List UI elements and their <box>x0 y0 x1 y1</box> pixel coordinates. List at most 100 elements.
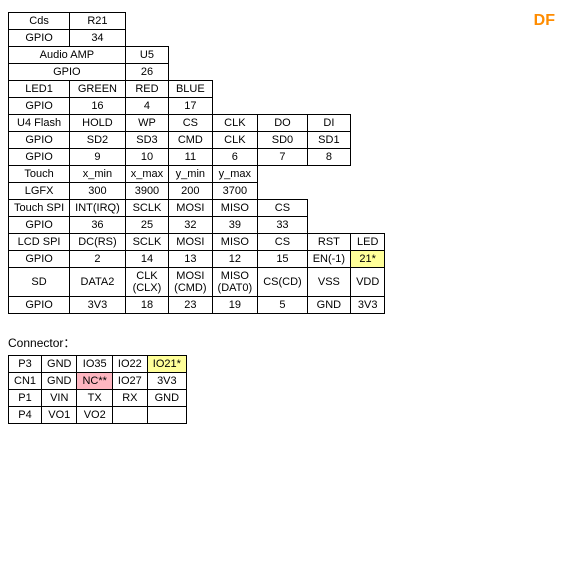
cell: x_max <box>125 166 168 183</box>
cell: 5 <box>258 297 308 314</box>
cell: DO <box>258 115 308 132</box>
cell: 26 <box>125 64 168 81</box>
cell: 12 <box>212 251 258 268</box>
cell: 23 <box>169 297 212 314</box>
cell: IO27 <box>112 373 147 390</box>
table-row: LCD SPI DC(RS) SCLK MOSI MISO CS RST LED <box>9 234 385 251</box>
cell: U4 Flash <box>9 115 70 132</box>
table-row: P3 GND IO35 IO22 IO21* <box>9 356 187 373</box>
cell: 17 <box>169 98 212 115</box>
cell: LCD SPI <box>9 234 70 251</box>
table-row: GPIO 34 <box>9 30 385 47</box>
connector-label: Connector： <box>8 334 563 351</box>
cell: x_min <box>70 166 126 183</box>
table-row: GPIO 26 <box>9 64 385 81</box>
cell: 3V3 <box>70 297 126 314</box>
table-row: GPIO 3V3 18 23 19 5 GND 3V3 <box>9 297 385 314</box>
cell: Touch SPI <box>9 200 70 217</box>
cell: GPIO <box>9 251 70 268</box>
cell: CS <box>169 115 212 132</box>
cell-highlighted-pink: NC** <box>77 373 112 390</box>
cell: 3700 <box>212 183 258 200</box>
cell: 18 <box>125 297 168 314</box>
table-row: LED1 GREEN RED BLUE <box>9 81 385 98</box>
df-label: DF <box>534 12 555 30</box>
table-row: Cds R21 <box>9 13 385 30</box>
cell: 6 <box>212 149 258 166</box>
cell: RED <box>125 81 168 98</box>
cell: 2 <box>70 251 126 268</box>
cell: TX <box>77 390 112 407</box>
cell <box>147 407 186 424</box>
cell: GPIO <box>9 30 70 47</box>
cell: INT(IRQ) <box>70 200 126 217</box>
cell: 19 <box>212 297 258 314</box>
cell: EN(-1) <box>307 251 350 268</box>
cell: GPIO <box>9 297 70 314</box>
cell: 14 <box>125 251 168 268</box>
cell: VIN <box>42 390 77 407</box>
cell: MISO(DAT0) <box>212 268 258 297</box>
cell: IO35 <box>77 356 112 373</box>
cell: CN1 <box>9 373 42 390</box>
cell: 34 <box>70 30 126 47</box>
cell: RX <box>112 390 147 407</box>
cell: CMD <box>169 132 212 149</box>
cell: VDD <box>351 268 385 297</box>
cell: SCLK <box>125 200 168 217</box>
cell: GPIO <box>9 149 70 166</box>
cell: SD <box>9 268 70 297</box>
cell: SD1 <box>307 132 350 149</box>
cell: VO1 <box>42 407 77 424</box>
cell: GPIO <box>9 64 126 81</box>
cell: RST <box>307 234 350 251</box>
table-row: U4 Flash HOLD WP CS CLK DO DI <box>9 115 385 132</box>
cell: 32 <box>169 217 212 234</box>
cell: 11 <box>169 149 212 166</box>
cell: 13 <box>169 251 212 268</box>
cell: MISO <box>212 200 258 217</box>
cell: GND <box>147 390 186 407</box>
cell: DATA2 <box>70 268 126 297</box>
cell: Audio AMP <box>9 47 126 64</box>
table-row: GPIO 36 25 32 39 33 <box>9 217 385 234</box>
cell: CS <box>258 234 308 251</box>
cell: WP <box>125 115 168 132</box>
cell: MOSI(CMD) <box>169 268 212 297</box>
cell: 3V3 <box>351 297 385 314</box>
cell: 15 <box>258 251 308 268</box>
cell: LED1 <box>9 81 70 98</box>
cell: LED <box>351 234 385 251</box>
cell: CS(CD) <box>258 268 308 297</box>
table-row: CN1 GND NC** IO27 3V3 <box>9 373 187 390</box>
cell: BLUE <box>169 81 212 98</box>
table-row: GPIO 16 4 17 <box>9 98 385 115</box>
cell: CLK <box>212 115 258 132</box>
cell: P3 <box>9 356 42 373</box>
cell: 16 <box>70 98 126 115</box>
cell: GPIO <box>9 217 70 234</box>
table-row: LGFX 300 3900 200 3700 <box>9 183 385 200</box>
cell: MOSI <box>169 234 212 251</box>
cell: SCLK <box>125 234 168 251</box>
cell: MISO <box>212 234 258 251</box>
cell: Cds <box>9 13 70 30</box>
table-row: P1 VIN TX RX GND <box>9 390 187 407</box>
table-row: GPIO 2 14 13 12 15 EN(-1) 21* <box>9 251 385 268</box>
cell: CLK <box>212 132 258 149</box>
cell: GND <box>307 297 350 314</box>
connector-section: P3 GND IO35 IO22 IO21* CN1 GND NC** IO27… <box>8 355 563 424</box>
cell-highlighted: IO21* <box>147 356 186 373</box>
cell: U5 <box>125 47 168 64</box>
table-row: GPIO SD2 SD3 CMD CLK SD0 SD1 <box>9 132 385 149</box>
cell: VO2 <box>77 407 112 424</box>
connector-table: P3 GND IO35 IO22 IO21* CN1 GND NC** IO27… <box>8 355 187 424</box>
cell: GPIO <box>9 98 70 115</box>
cell: MOSI <box>169 200 212 217</box>
cell: 25 <box>125 217 168 234</box>
table-row: Audio AMP U5 <box>9 47 385 64</box>
table-row: P4 VO1 VO2 <box>9 407 187 424</box>
cell: 10 <box>125 149 168 166</box>
cell: CLK(CLX) <box>125 268 168 297</box>
cell: GND <box>42 356 77 373</box>
